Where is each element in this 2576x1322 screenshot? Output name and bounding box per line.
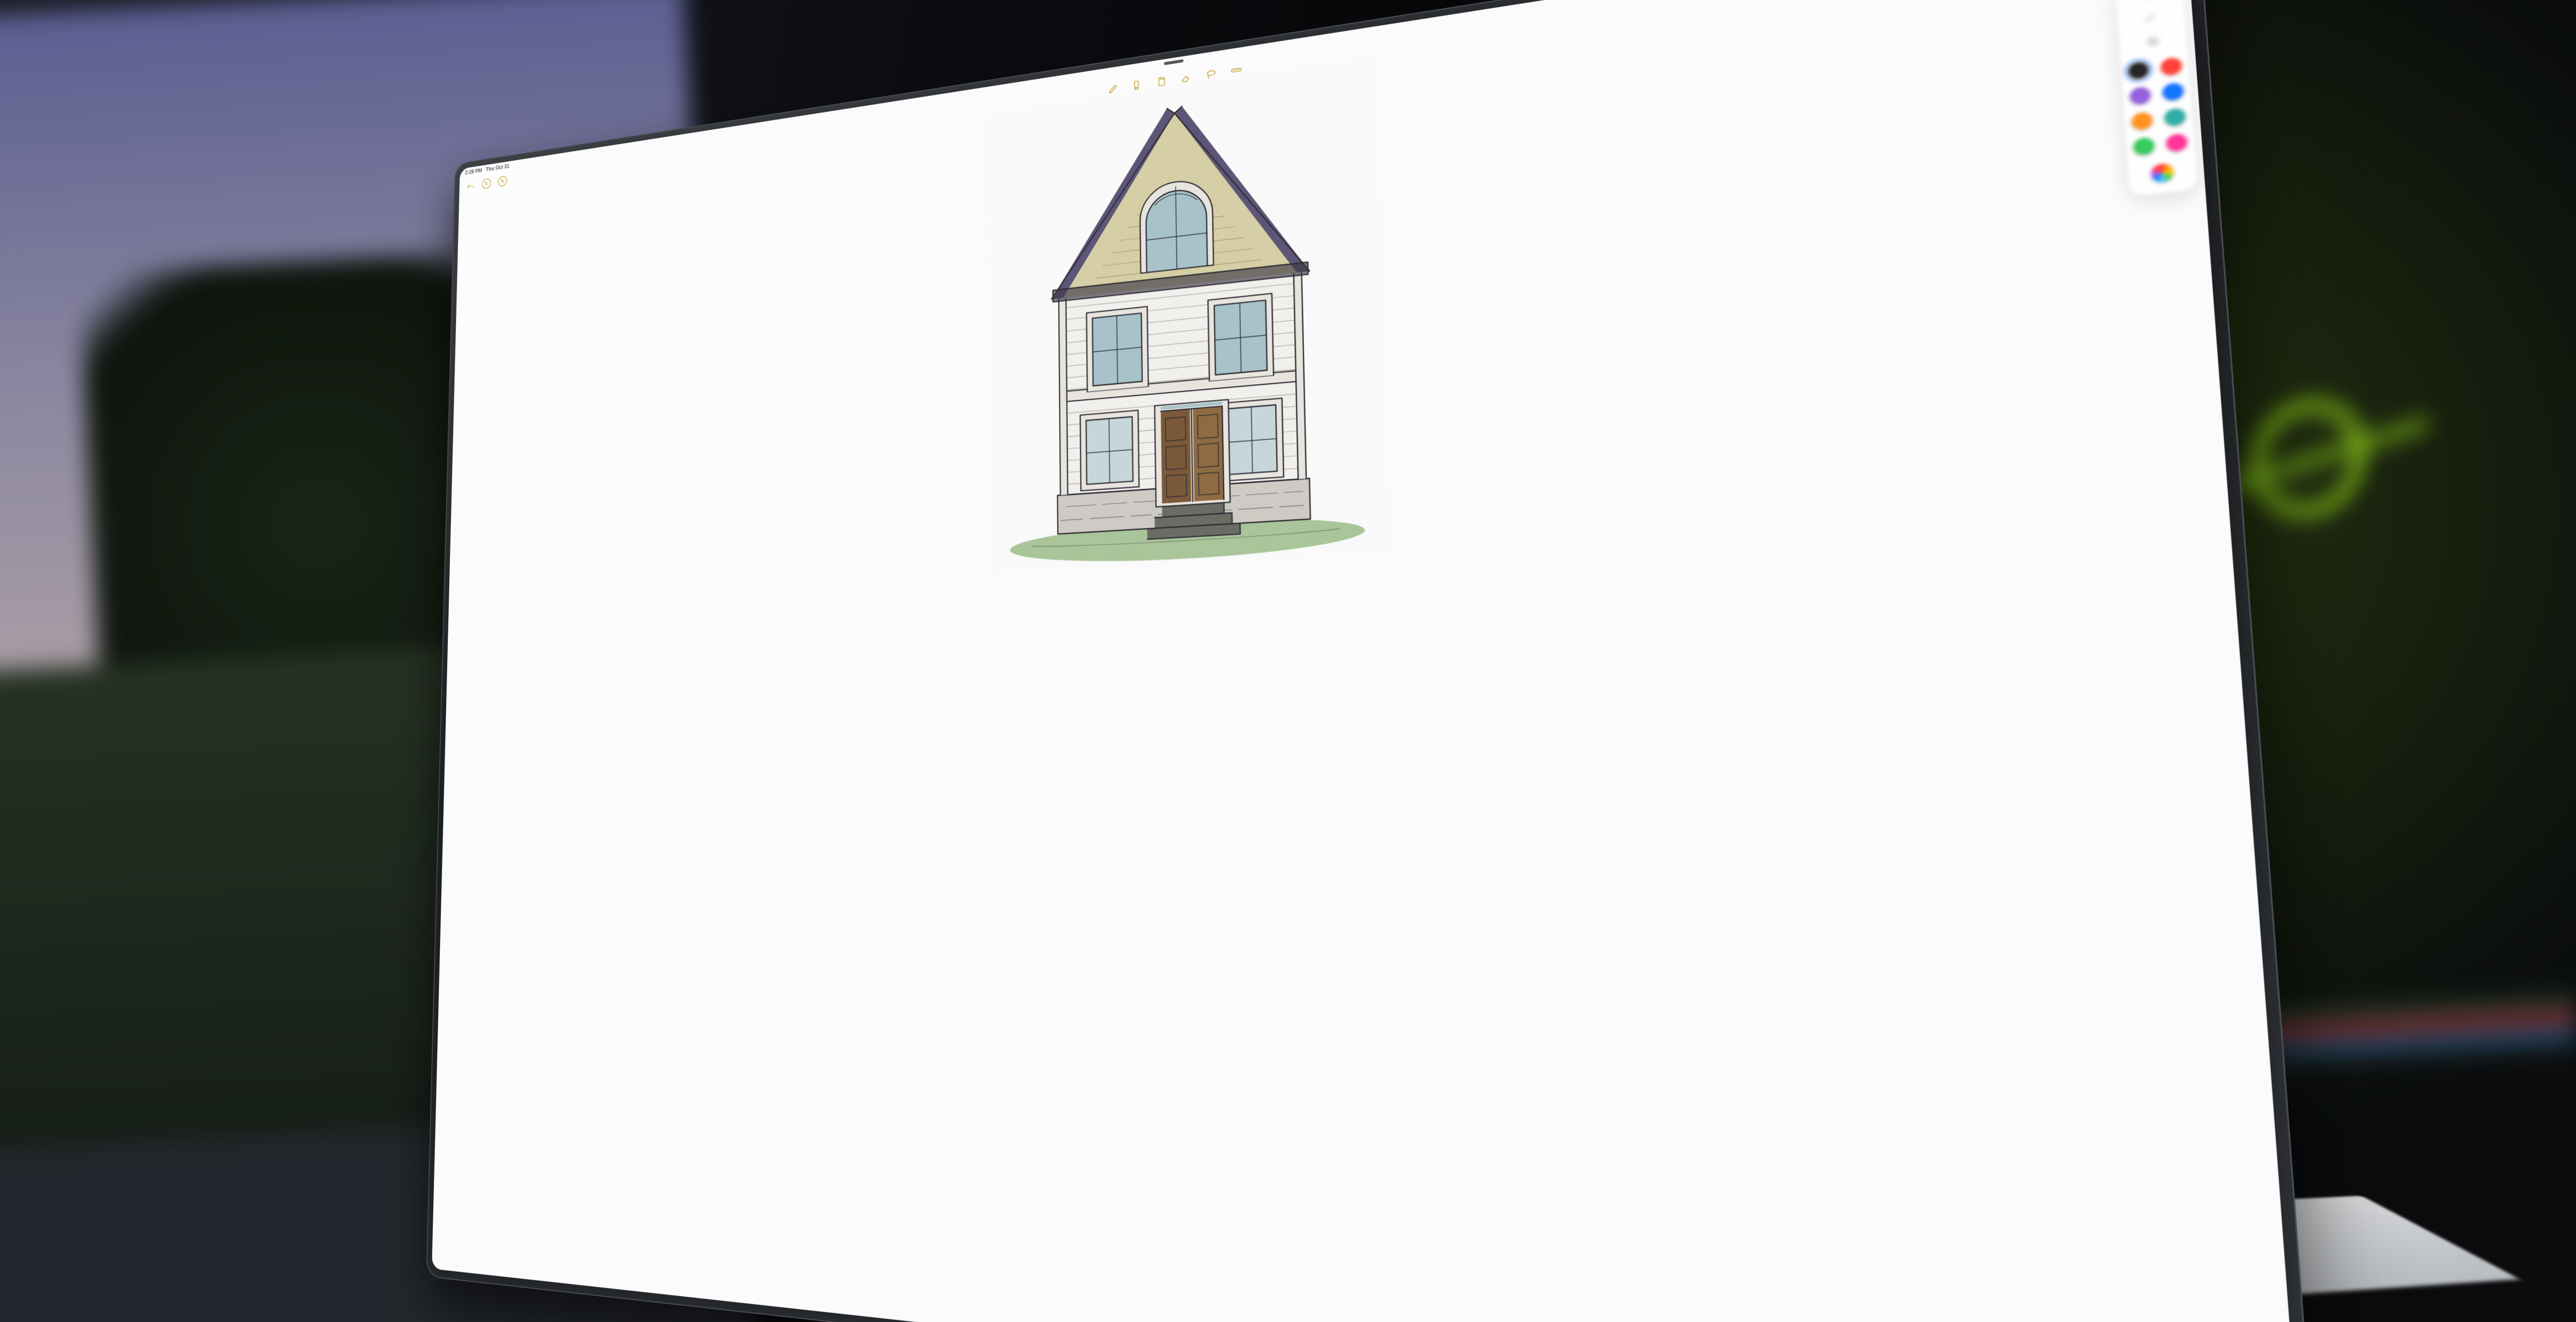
swatch-black[interactable] [2127, 61, 2149, 80]
swatch-red[interactable] [2160, 57, 2182, 76]
redo-button[interactable]: ↻ [482, 178, 491, 190]
multitask-indicator-icon[interactable] [1164, 59, 1183, 65]
swatch-purple[interactable] [2129, 86, 2151, 106]
swatch-orange[interactable] [2131, 111, 2153, 131]
palette-tool-2-icon[interactable] [2141, 8, 2162, 26]
status-time: 2:28 PM [465, 167, 482, 176]
ipad-screen: 2:28 PM Thu Oct 31 [432, 0, 2301, 1322]
palette-tool-3-icon[interactable] [2143, 32, 2163, 50]
palette-tool-1-icon[interactable] [2139, 0, 2160, 3]
more-colors-button[interactable] [2150, 162, 2174, 183]
background-logo-ring [2243, 386, 2373, 531]
color-swatches [2127, 57, 2188, 156]
swatch-teal[interactable] [2164, 107, 2186, 127]
status-date: Thu Oct 31 [486, 163, 510, 173]
swatch-green[interactable] [2133, 137, 2155, 156]
undo-button[interactable] [465, 180, 475, 192]
swatch-magenta[interactable] [2165, 133, 2188, 152]
color-palette[interactable] [2115, 0, 2197, 196]
note-canvas[interactable] [432, 0, 2301, 1322]
house-sketch [987, 55, 1391, 573]
photo-scene: 2:28 PM Thu Oct 31 [0, 0, 2576, 1322]
handwriting-button[interactable]: ✎ [498, 175, 507, 187]
ipad-device: 2:28 PM Thu Oct 31 [426, 0, 2317, 1322]
swatch-blue[interactable] [2162, 82, 2184, 101]
